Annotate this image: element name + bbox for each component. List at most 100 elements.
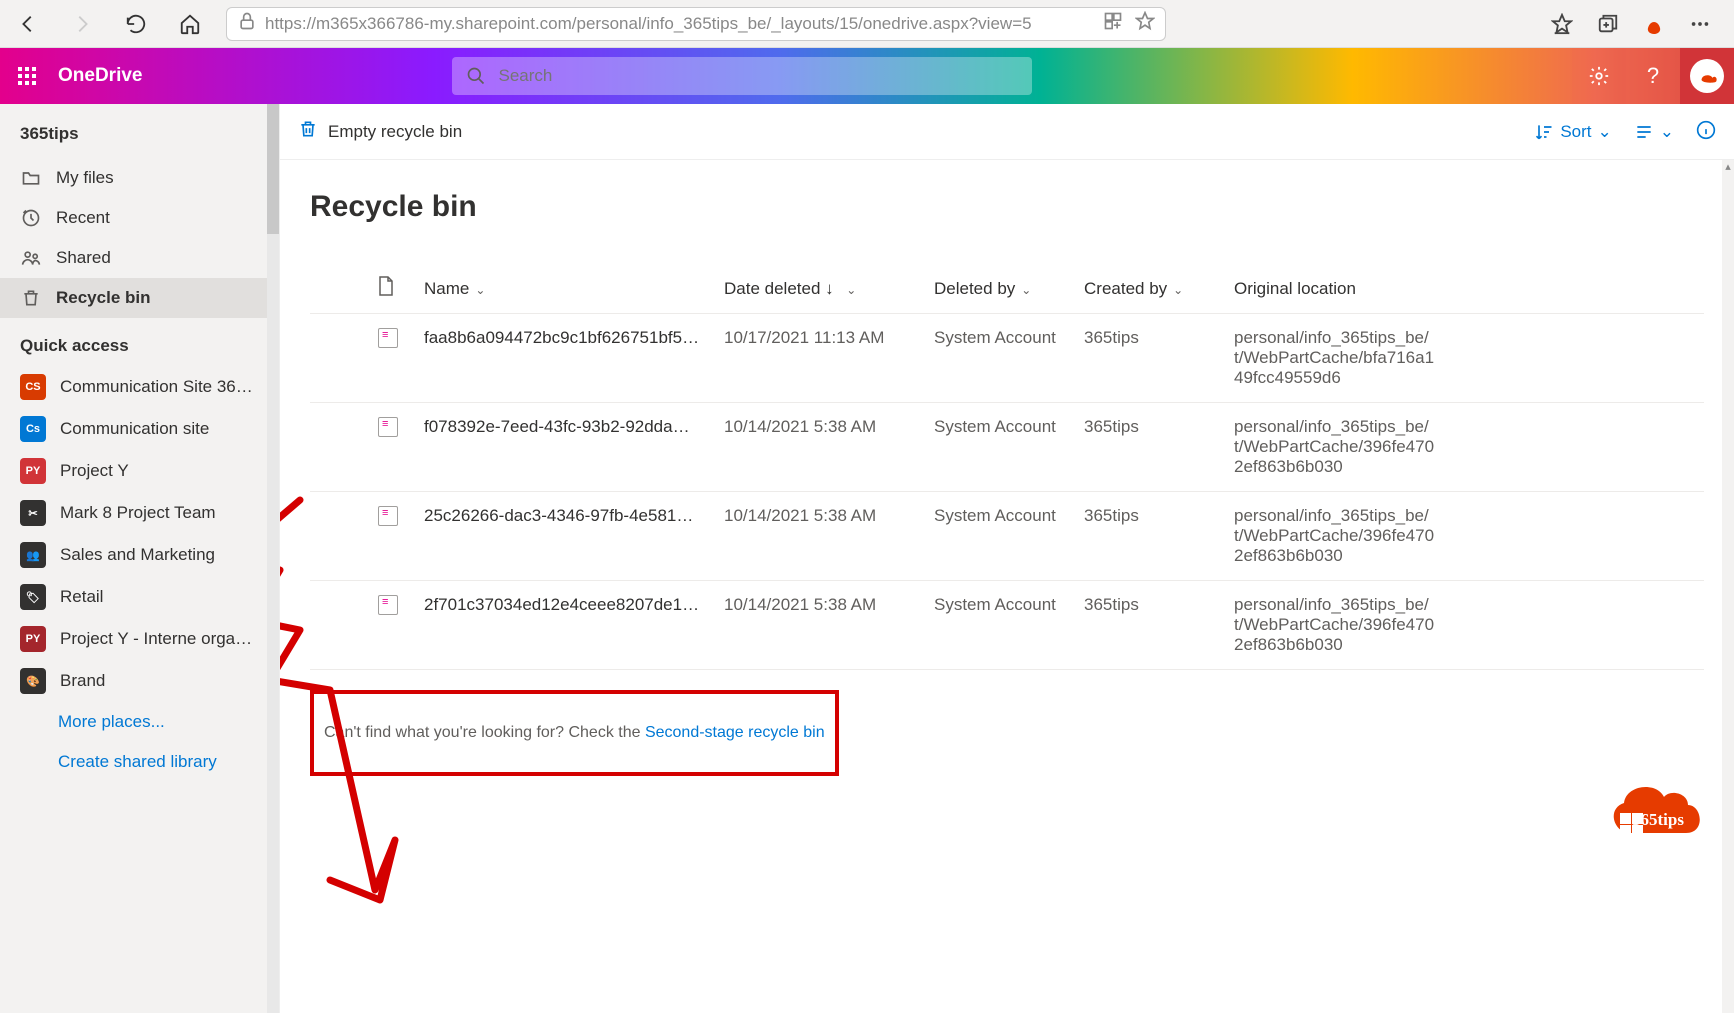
command-bar: Empty recycle bin Sort ⌄ ⌄: [280, 104, 1734, 160]
app-launcher[interactable]: [0, 48, 54, 104]
create-shared-library-link[interactable]: Create shared library: [0, 742, 279, 782]
file-icon: [378, 276, 394, 296]
trash-icon: [298, 119, 318, 144]
back-button[interactable]: [10, 6, 46, 42]
search-input[interactable]: [498, 66, 1018, 86]
site-label: Brand: [60, 671, 105, 691]
quick-access-item[interactable]: PYProject Y: [0, 450, 279, 492]
view-options-button[interactable]: ⌄: [1634, 122, 1674, 142]
list-icon: [1634, 122, 1654, 142]
help-button[interactable]: ?: [1626, 48, 1680, 104]
cell-deleted-by: System Account: [926, 314, 1076, 403]
favorite-icon[interactable]: [1135, 11, 1155, 36]
extensions-icon[interactable]: [1103, 11, 1123, 36]
quick-access-item[interactable]: 🏷 Retail: [0, 576, 279, 618]
favorites-icon[interactable]: [1548, 10, 1576, 38]
table-row[interactable]: f078392e-7eed-43fc-93b2-92dda… 10/14/202…: [310, 403, 1704, 492]
search-box[interactable]: [452, 57, 1032, 95]
home-button[interactable]: [172, 6, 208, 42]
site-badge: CS: [20, 374, 46, 400]
chevron-down-icon: ⌄: [1173, 283, 1183, 297]
collections-icon[interactable]: [1594, 10, 1622, 38]
site-badge: Cs: [20, 416, 46, 442]
col-type[interactable]: [370, 264, 416, 314]
site-badge: 🎨: [20, 668, 46, 694]
more-icon[interactable]: [1686, 10, 1714, 38]
sidebar-label: Shared: [56, 248, 111, 268]
chevron-down-icon: ⌄: [1021, 283, 1031, 297]
profile-icon[interactable]: [1640, 10, 1668, 38]
sidebar-scrollbar[interactable]: [267, 104, 279, 1013]
table-row[interactable]: faa8b6a094472bc9c1bf626751bf5… 10/17/202…: [310, 314, 1704, 403]
chevron-down-icon: ⌄: [1598, 122, 1612, 142]
folder-icon: [20, 168, 42, 188]
file-icon: [378, 506, 398, 526]
site-label: Project Y - Interne orga…: [60, 629, 252, 649]
cell-created-by: 365tips: [1076, 581, 1226, 670]
cell-location: personal/info_365tips_be/ t/WebPartCache…: [1226, 581, 1704, 670]
sidebar-label: Recycle bin: [56, 288, 151, 308]
sidebar-item-recyclebin[interactable]: Recycle bin: [0, 278, 279, 318]
people-icon: [20, 248, 42, 268]
cell-deleted-by: System Account: [926, 581, 1076, 670]
refresh-button[interactable]: [118, 6, 154, 42]
more-places-link[interactable]: More places...: [0, 702, 279, 742]
search-icon: [466, 66, 486, 86]
col-select[interactable]: [310, 264, 370, 314]
url-bar[interactable]: https://m365x366786-my.sharepoint.com/pe…: [226, 7, 1166, 41]
second-stage-link[interactable]: Second-stage recycle bin: [645, 724, 825, 741]
cell-location: personal/info_365tips_be/ t/WebPartCache…: [1226, 492, 1704, 581]
lock-icon: [237, 11, 257, 36]
sidebar-item-shared[interactable]: Shared: [0, 238, 279, 278]
cell-location: personal/info_365tips_be/ t/WebPartCache…: [1226, 314, 1704, 403]
quick-access-item[interactable]: 👥Sales and Marketing: [0, 534, 279, 576]
col-created-by[interactable]: Created by⌄: [1076, 264, 1226, 314]
file-icon: [378, 595, 398, 615]
main-scrollbar[interactable]: ▴: [1722, 160, 1734, 1013]
cell-name: f078392e-7eed-43fc-93b2-92dda…: [416, 403, 716, 492]
page-title: Recycle bin: [310, 190, 1704, 224]
col-original-location[interactable]: Original location: [1226, 264, 1704, 314]
forward-button[interactable]: [64, 6, 100, 42]
url-text: https://m365x366786-my.sharepoint.com/pe…: [265, 14, 1032, 34]
trash-icon: [20, 288, 42, 308]
app-name[interactable]: OneDrive: [58, 65, 142, 87]
site-label: Retail: [60, 587, 103, 607]
table-row[interactable]: 25c26266-dac3-4346-97fb-4e581… 10/14/202…: [310, 492, 1704, 581]
quick-access-item[interactable]: ✂Mark 8 Project Team: [0, 492, 279, 534]
account-button[interactable]: [1680, 48, 1734, 104]
sidebar-item-recent[interactable]: Recent: [0, 198, 279, 238]
quick-access-item[interactable]: Cs Communication site: [0, 408, 279, 450]
quick-access-item[interactable]: CS Communication Site 36…: [0, 366, 279, 408]
col-name[interactable]: Name⌄: [416, 264, 716, 314]
sidebar-label: Recent: [56, 208, 110, 228]
settings-button[interactable]: [1572, 48, 1626, 104]
col-date-deleted[interactable]: Date deleted ↓ ⌄: [716, 264, 926, 314]
info-icon: [1696, 120, 1716, 140]
info-button[interactable]: [1696, 120, 1716, 143]
cell-location: personal/info_365tips_be/ t/WebPartCache…: [1226, 403, 1704, 492]
cell-created-by: 365tips: [1076, 314, 1226, 403]
tips-badge: 365tips: [1600, 773, 1720, 853]
site-label: Communication Site 36…: [60, 377, 253, 397]
col-deleted-by[interactable]: Deleted by⌄: [926, 264, 1076, 314]
site-label: Sales and Marketing: [60, 545, 215, 565]
cell-name: faa8b6a094472bc9c1bf626751bf5…: [416, 314, 716, 403]
cell-deleted-by: System Account: [926, 492, 1076, 581]
sidebar-label: My files: [56, 168, 114, 188]
table-row[interactable]: 2f701c37034ed12e4ceee8207de1… 10/14/2021…: [310, 581, 1704, 670]
sort-down-icon: ↓: [825, 279, 834, 298]
sort-button[interactable]: Sort ⌄: [1534, 122, 1611, 142]
empty-recycle-bin-button[interactable]: Empty recycle bin: [298, 119, 462, 144]
tenant-name[interactable]: 365tips: [0, 118, 279, 158]
site-badge: PY: [20, 458, 46, 484]
cell-created-by: 365tips: [1076, 403, 1226, 492]
recycle-bin-table: Name⌄ Date deleted ↓ ⌄ Deleted by⌄ Creat…: [310, 264, 1704, 670]
sidebar-item-myfiles[interactable]: My files: [0, 158, 279, 198]
quick-access-item[interactable]: PYProject Y - Interne orga…: [0, 618, 279, 660]
cell-date: 10/14/2021 5:38 AM: [716, 581, 926, 670]
avatar: [1690, 59, 1724, 93]
quick-access-item[interactable]: 🎨 Brand: [0, 660, 279, 702]
site-label: Communication site: [60, 419, 209, 439]
site-badge: 🏷: [20, 584, 46, 610]
